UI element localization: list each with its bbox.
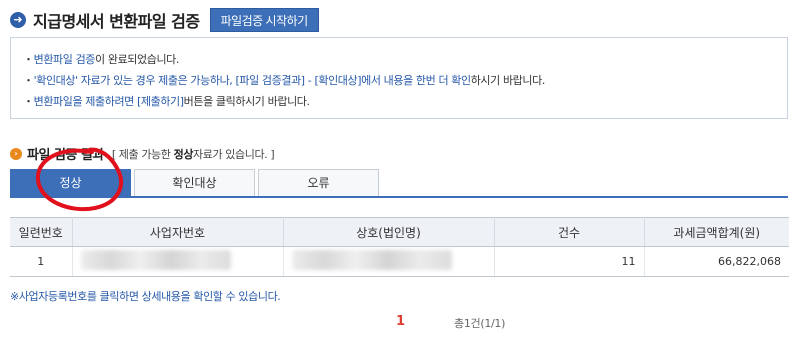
- col-header-company-name: 상호(법인명): [283, 217, 495, 247]
- col-header-taxable-amount: 과세금액합계(원): [644, 217, 789, 247]
- notice-line-3-highlight: 변환파일을 제출하려면 [제출하기]: [33, 95, 184, 108]
- section-note-close: 자료가 있습니다. ]: [193, 147, 275, 161]
- cell-taxable-amount: 66,822,068: [644, 246, 789, 277]
- redacted-company-name: [291, 250, 452, 270]
- result-tabs: 정상 확인대상 오류: [10, 169, 382, 196]
- col-header-count: 건수: [494, 217, 645, 247]
- redacted-business-number: [80, 250, 231, 270]
- page-header: ➜ 지급명세서 변환파일 검증 파일검증 시작하기: [10, 7, 319, 33]
- cell-company-name: [283, 246, 495, 277]
- cell-serial: 1: [10, 246, 73, 277]
- cell-business-number[interactable]: [72, 246, 284, 277]
- notice-line-1-highlight: 변환파일 검증: [33, 53, 96, 66]
- section-header: › 파일 검증 결과 [ 제출 가능한 정상자료가 있습니다. ]: [10, 144, 275, 163]
- table-header-row: 일련번호 사업자번호 상호(법인명) 건수 과세금액합계(원): [10, 217, 789, 247]
- notice-line-3: ・변환파일을 제출하려면 [제출하기]버튼을 클릭하시기 바랍니다.: [23, 95, 310, 108]
- result-table: 일련번호 사업자번호 상호(법인명) 건수 과세금액합계(원) 1 11 66,…: [10, 217, 789, 277]
- col-header-business-number: 사업자번호: [72, 217, 284, 247]
- notice-line-2-highlight: '확인대상' 자료가 있는 경우 제출은 가능하나, [파일 검증결과] - […: [33, 74, 471, 87]
- notice-line-2-text: 하시기 바랍니다.: [470, 74, 546, 87]
- section-note-open: [ 제출 가능한: [111, 147, 174, 161]
- notice-line-3-text: 버튼을 클릭하시기 바랍니다.: [183, 95, 310, 108]
- arrow-right-circle-icon: ➜: [10, 12, 26, 28]
- notice-line-1-text: 이 완료되었습니다.: [95, 53, 179, 66]
- pagination-current-page[interactable]: 1: [396, 314, 405, 329]
- cell-count: 11: [494, 246, 645, 277]
- notice-line-1: ・변환파일 검증이 완료되었습니다.: [23, 53, 179, 66]
- start-verification-button[interactable]: 파일검증 시작하기: [209, 8, 319, 32]
- section-title: 파일 검증 결과: [27, 148, 104, 163]
- footnote: ※사업자등록번호를 클릭하면 상세내용을 확인할 수 있습니다.: [10, 290, 281, 303]
- section-note-bold: 정상: [173, 147, 194, 161]
- section-note: [ 제출 가능한 정상자료가 있습니다. ]: [111, 146, 275, 162]
- page-title: 지급명세서 변환파일 검증: [33, 12, 200, 31]
- tab-normal[interactable]: 정상: [10, 169, 131, 196]
- table-row: 1 11 66,822,068: [10, 246, 789, 277]
- notice-box: ・변환파일 검증이 완료되었습니다. ・'확인대상' 자료가 있는 경우 제출은…: [10, 37, 788, 119]
- tab-underline: [10, 196, 788, 198]
- pagination-total: 총1건(1/1): [454, 317, 506, 330]
- col-header-serial: 일련번호: [10, 217, 73, 247]
- tab-error[interactable]: 오류: [258, 169, 379, 196]
- notice-line-2: ・'확인대상' 자료가 있는 경우 제출은 가능하나, [파일 검증결과] - …: [23, 74, 546, 87]
- orange-circle-arrow-icon: ›: [10, 147, 22, 160]
- tab-check-target[interactable]: 확인대상: [134, 169, 255, 196]
